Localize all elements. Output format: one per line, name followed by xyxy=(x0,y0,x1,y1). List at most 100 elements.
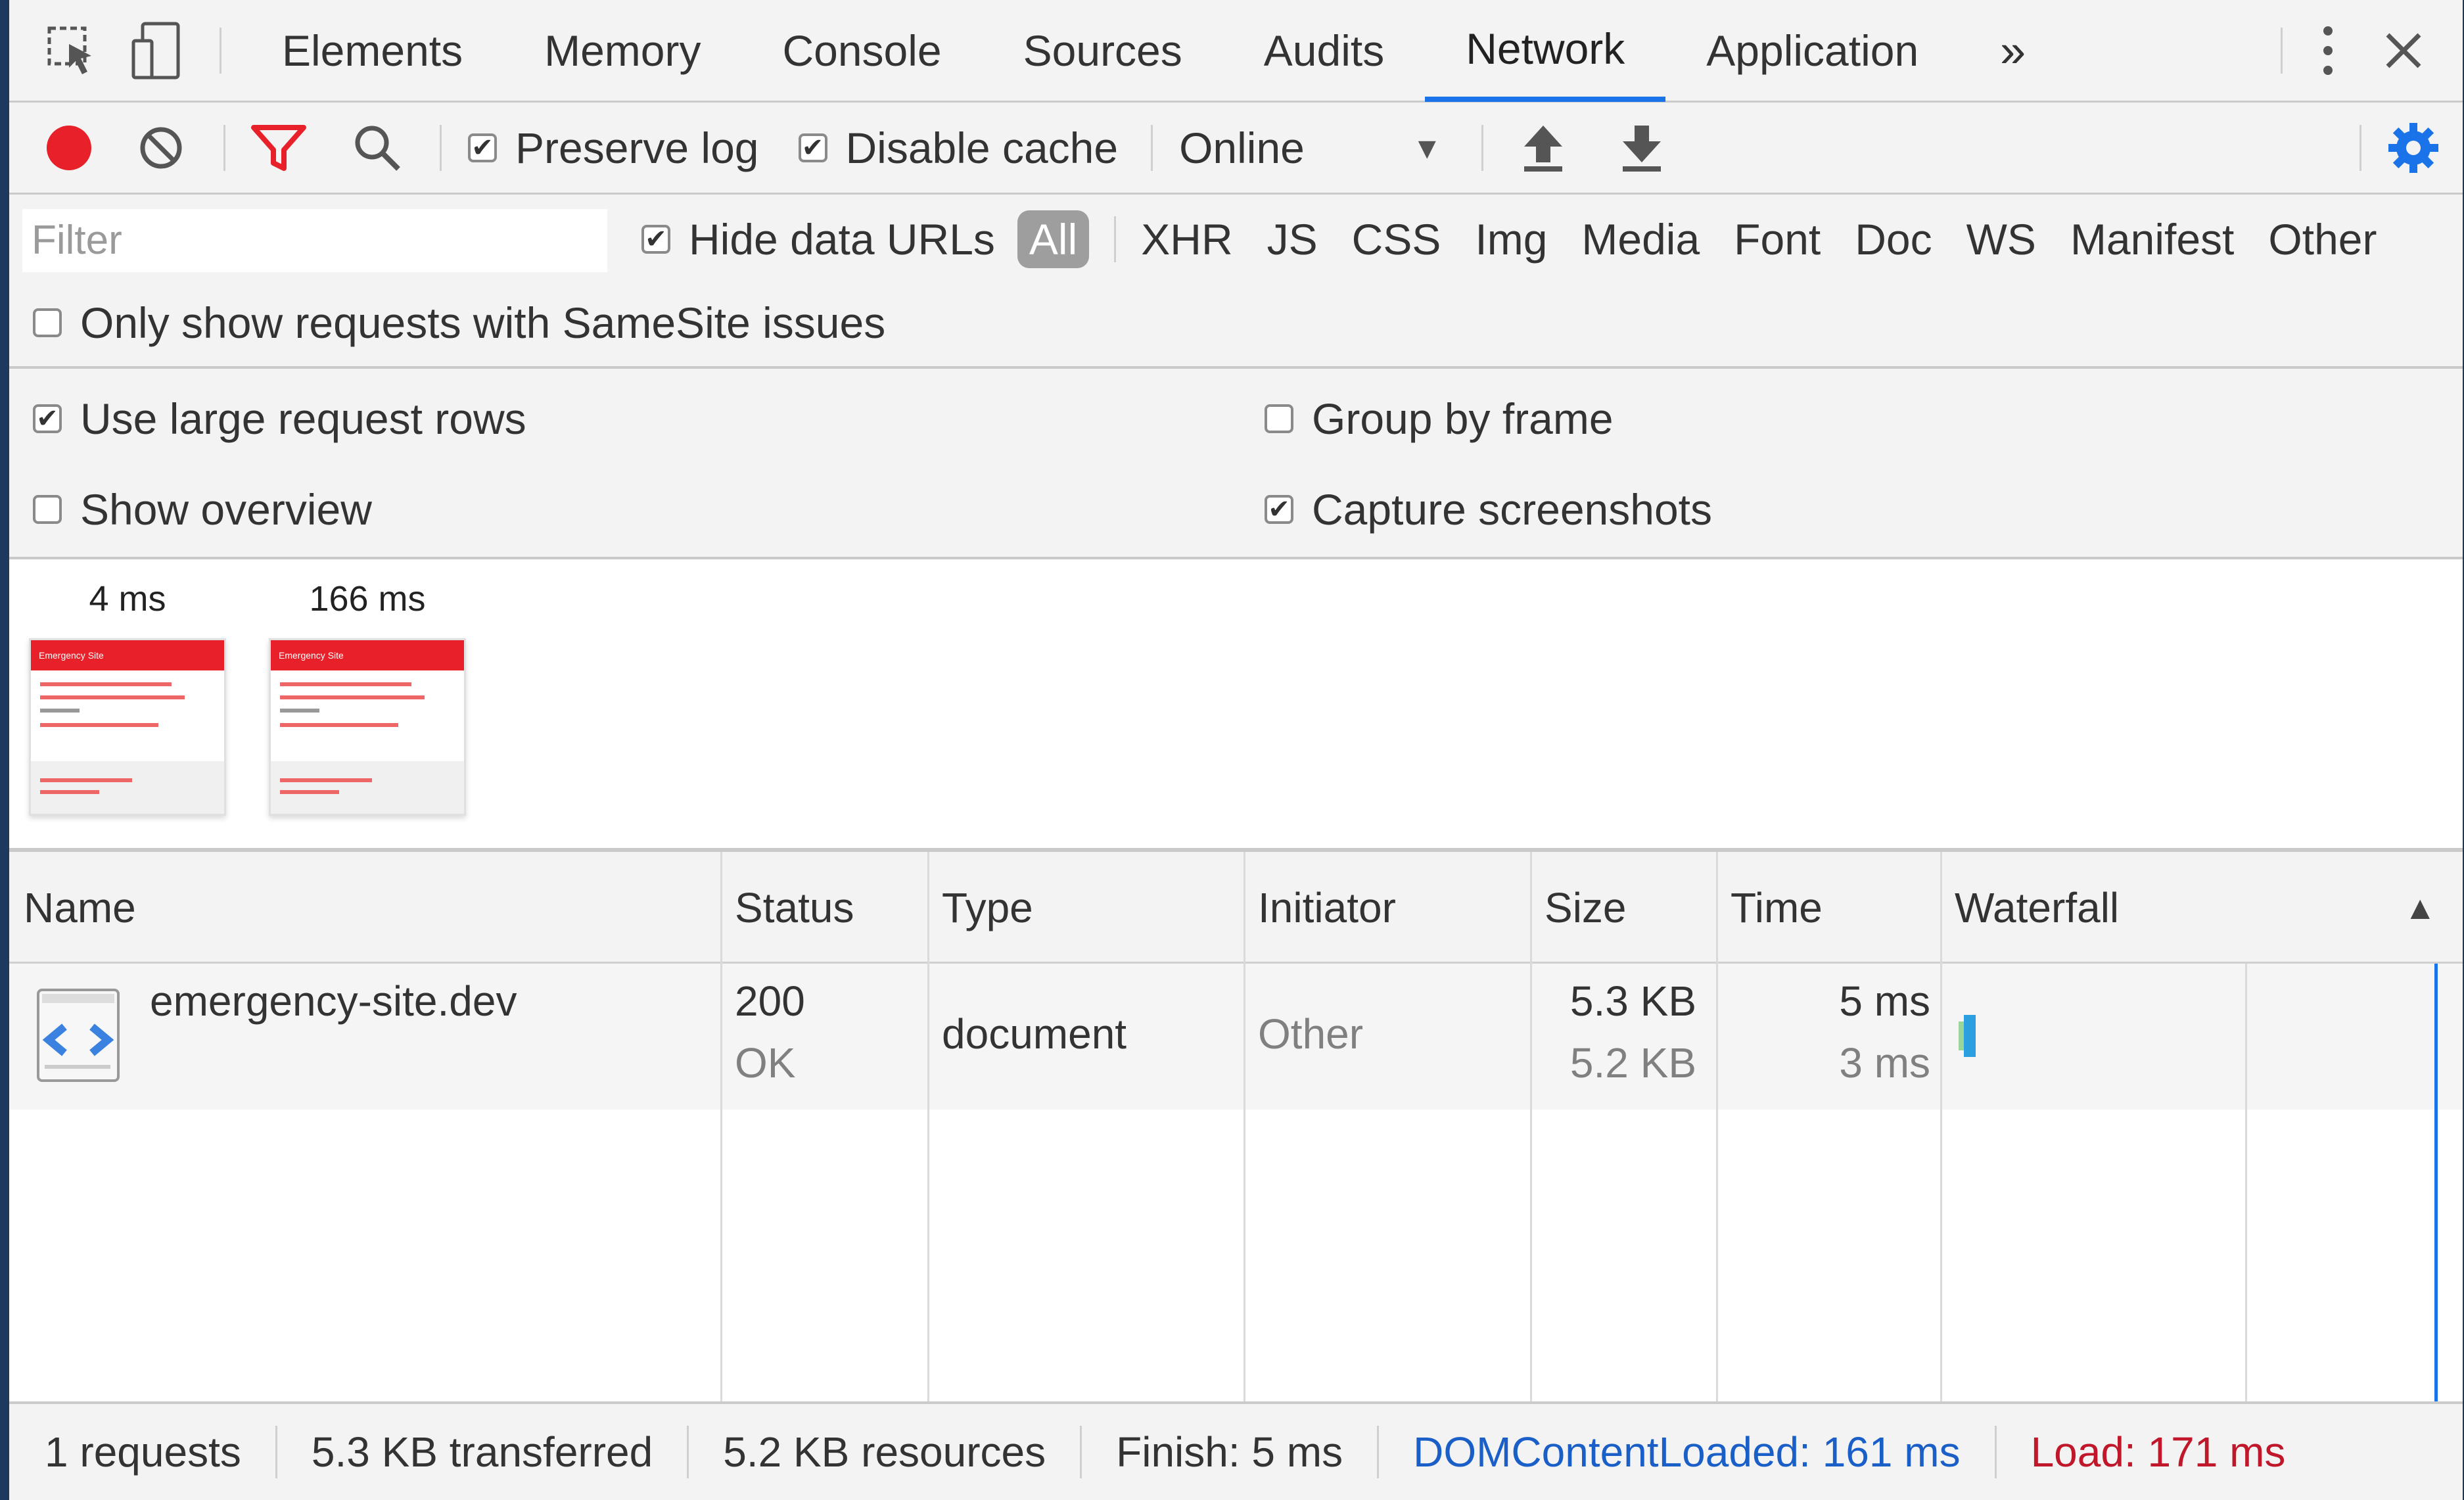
search-icon[interactable] xyxy=(341,102,413,194)
status-requests: 1 requests xyxy=(45,1428,241,1476)
hide-data-urls-checkbox[interactable]: ✔ xyxy=(641,225,670,254)
status-load: Load: 171 ms xyxy=(2030,1428,2286,1476)
tab-console[interactable]: Console xyxy=(741,0,982,102)
column-divider xyxy=(1940,852,1942,1401)
samesite-label: Only show requests with SameSite issues xyxy=(80,298,886,347)
disable-cache-checkbox[interactable]: ✔ xyxy=(798,133,827,162)
inspect-icon[interactable] xyxy=(35,0,108,102)
tab-application[interactable]: Application xyxy=(1665,0,1959,102)
hide-data-urls-label: Hide data URLs xyxy=(689,215,995,264)
load-event-line xyxy=(2434,964,2438,1401)
thumbnail-site-title: Emergency Site xyxy=(31,640,224,670)
table-header: Name Status Type Initiator Size Time Wat… xyxy=(9,852,2463,964)
sort-asc-icon[interactable]: ▲ xyxy=(2404,852,2437,964)
separator xyxy=(2359,124,2361,171)
status-bar: 1 requests 5.3 KB transferred 5.2 KB res… xyxy=(9,1401,2463,1500)
column-divider xyxy=(1244,852,1245,1401)
separator xyxy=(1114,216,1117,262)
request-name[interactable]: emergency-site.dev xyxy=(150,977,517,1025)
filter-type-ws[interactable]: WS xyxy=(1966,214,2036,264)
request-status-code: 200 xyxy=(735,977,805,1025)
waterfall-bar xyxy=(1959,1015,1976,1057)
separator xyxy=(440,124,442,171)
filter-input[interactable]: Filter xyxy=(22,209,607,272)
tab-audits[interactable]: Audits xyxy=(1223,0,1425,102)
filter-type-css[interactable]: CSS xyxy=(1352,214,1441,264)
filter-type-other[interactable]: Other xyxy=(2268,214,2377,264)
filter-type-manifest[interactable]: Manifest xyxy=(2070,214,2234,264)
show-overview-checkbox[interactable] xyxy=(33,495,62,524)
status-transferred: 5.3 KB transferred xyxy=(311,1428,653,1476)
network-settings-pane: ✔ Use large request rows Group by frame … xyxy=(9,369,2463,559)
show-overview-label: Show overview xyxy=(80,485,372,534)
filter-type-js[interactable]: JS xyxy=(1267,214,1318,264)
column-header-waterfall[interactable]: Waterfall xyxy=(1940,852,2119,964)
preserve-log-label: Preserve log xyxy=(515,123,759,172)
request-latency: 3 ms xyxy=(1839,1039,1930,1087)
screenshot-time: 166 ms xyxy=(309,579,426,619)
status-resources: 5.2 KB resources xyxy=(723,1428,1046,1476)
settings-gear-icon[interactable] xyxy=(2377,102,2450,194)
upload-icon[interactable] xyxy=(1514,102,1573,194)
column-header-type[interactable]: Type xyxy=(927,852,1033,964)
screenshot-thumbnail: Emergency Site xyxy=(269,638,466,816)
column-divider xyxy=(927,852,929,1401)
large-rows-checkbox[interactable]: ✔ xyxy=(33,404,62,433)
download-icon[interactable] xyxy=(1612,102,1671,194)
kebab-menu-icon[interactable] xyxy=(2298,0,2358,102)
tab-elements[interactable]: Elements xyxy=(241,0,503,102)
large-rows-label: Use large request rows xyxy=(80,394,526,443)
clear-icon[interactable] xyxy=(125,102,197,194)
request-table: Name Status Type Initiator Size Time Wat… xyxy=(9,852,2463,1401)
separator xyxy=(223,124,225,171)
document-file-icon xyxy=(35,987,121,1083)
separator xyxy=(220,27,221,74)
request-resource-size: 5.2 KB xyxy=(1569,1039,1696,1087)
preserve-log-checkbox[interactable]: ✔ xyxy=(468,133,497,162)
tab-sources[interactable]: Sources xyxy=(983,0,1223,102)
throttling-select[interactable]: Online ▼ xyxy=(1179,123,1455,173)
column-header-initiator[interactable]: Initiator xyxy=(1244,852,1396,964)
status-finish: Finish: 5 ms xyxy=(1116,1428,1343,1476)
filter-type-doc[interactable]: Doc xyxy=(1855,214,1932,264)
tab-memory[interactable]: Memory xyxy=(503,0,741,102)
filter-type-media[interactable]: Media xyxy=(1581,214,1700,264)
panel-tab-bar: Elements Memory Console Sources Audits N… xyxy=(9,0,2463,103)
request-time: 5 ms xyxy=(1839,977,1930,1025)
filter-icon[interactable] xyxy=(243,102,315,194)
request-size: 5.3 KB xyxy=(1569,977,1696,1025)
screenshot-filmstrip: 4 ms Emergency Site 166 ms Emergency Sit… xyxy=(9,559,2463,852)
devtools-window: Elements Memory Console Sources Audits N… xyxy=(9,0,2463,1500)
request-type: document xyxy=(942,1010,1127,1058)
request-initiator: Other xyxy=(1258,1010,1364,1058)
filter-type-img[interactable]: Img xyxy=(1475,214,1547,264)
waterfall-gridline xyxy=(2245,964,2247,1401)
screenshot-frame[interactable]: 166 ms Emergency Site xyxy=(269,559,466,816)
disable-cache-label: Disable cache xyxy=(845,123,1119,172)
column-header-time[interactable]: Time xyxy=(1716,852,1823,964)
screenshot-thumbnail: Emergency Site xyxy=(29,638,226,816)
group-by-frame-checkbox[interactable] xyxy=(1265,404,1293,433)
status-domcontentloaded: DOMContentLoaded: 161 ms xyxy=(1413,1428,1961,1476)
filter-type-all[interactable]: All xyxy=(1017,210,1090,268)
table-row[interactable]: emergency-site.dev 200 OK document Other… xyxy=(9,964,2463,1110)
samesite-checkbox[interactable] xyxy=(33,308,62,337)
tab-network[interactable]: Network xyxy=(1425,0,1666,102)
screenshot-frame[interactable]: 4 ms Emergency Site xyxy=(29,559,226,816)
device-toolbar-icon[interactable] xyxy=(121,0,193,102)
column-header-name[interactable]: Name xyxy=(9,852,136,964)
close-icon[interactable] xyxy=(2358,0,2450,102)
column-header-status[interactable]: Status xyxy=(720,852,854,964)
throttling-value: Online xyxy=(1179,123,1305,172)
filter-type-font[interactable]: Font xyxy=(1734,214,1821,264)
filter-bar: Filter ✔ Hide data URLs All XHR JS CSS I… xyxy=(9,195,2463,369)
column-divider xyxy=(1716,852,1718,1401)
more-tabs-icon[interactable]: » xyxy=(1959,0,2066,102)
column-header-size[interactable]: Size xyxy=(1530,852,1627,964)
column-divider xyxy=(720,852,722,1401)
network-toolbar: ✔ Preserve log ✔ Disable cache Online ▼ xyxy=(9,103,2463,195)
record-icon[interactable] xyxy=(33,102,105,194)
separator xyxy=(2281,27,2283,74)
capture-screenshots-checkbox[interactable]: ✔ xyxy=(1265,495,1293,524)
filter-type-xhr[interactable]: XHR xyxy=(1141,214,1232,264)
